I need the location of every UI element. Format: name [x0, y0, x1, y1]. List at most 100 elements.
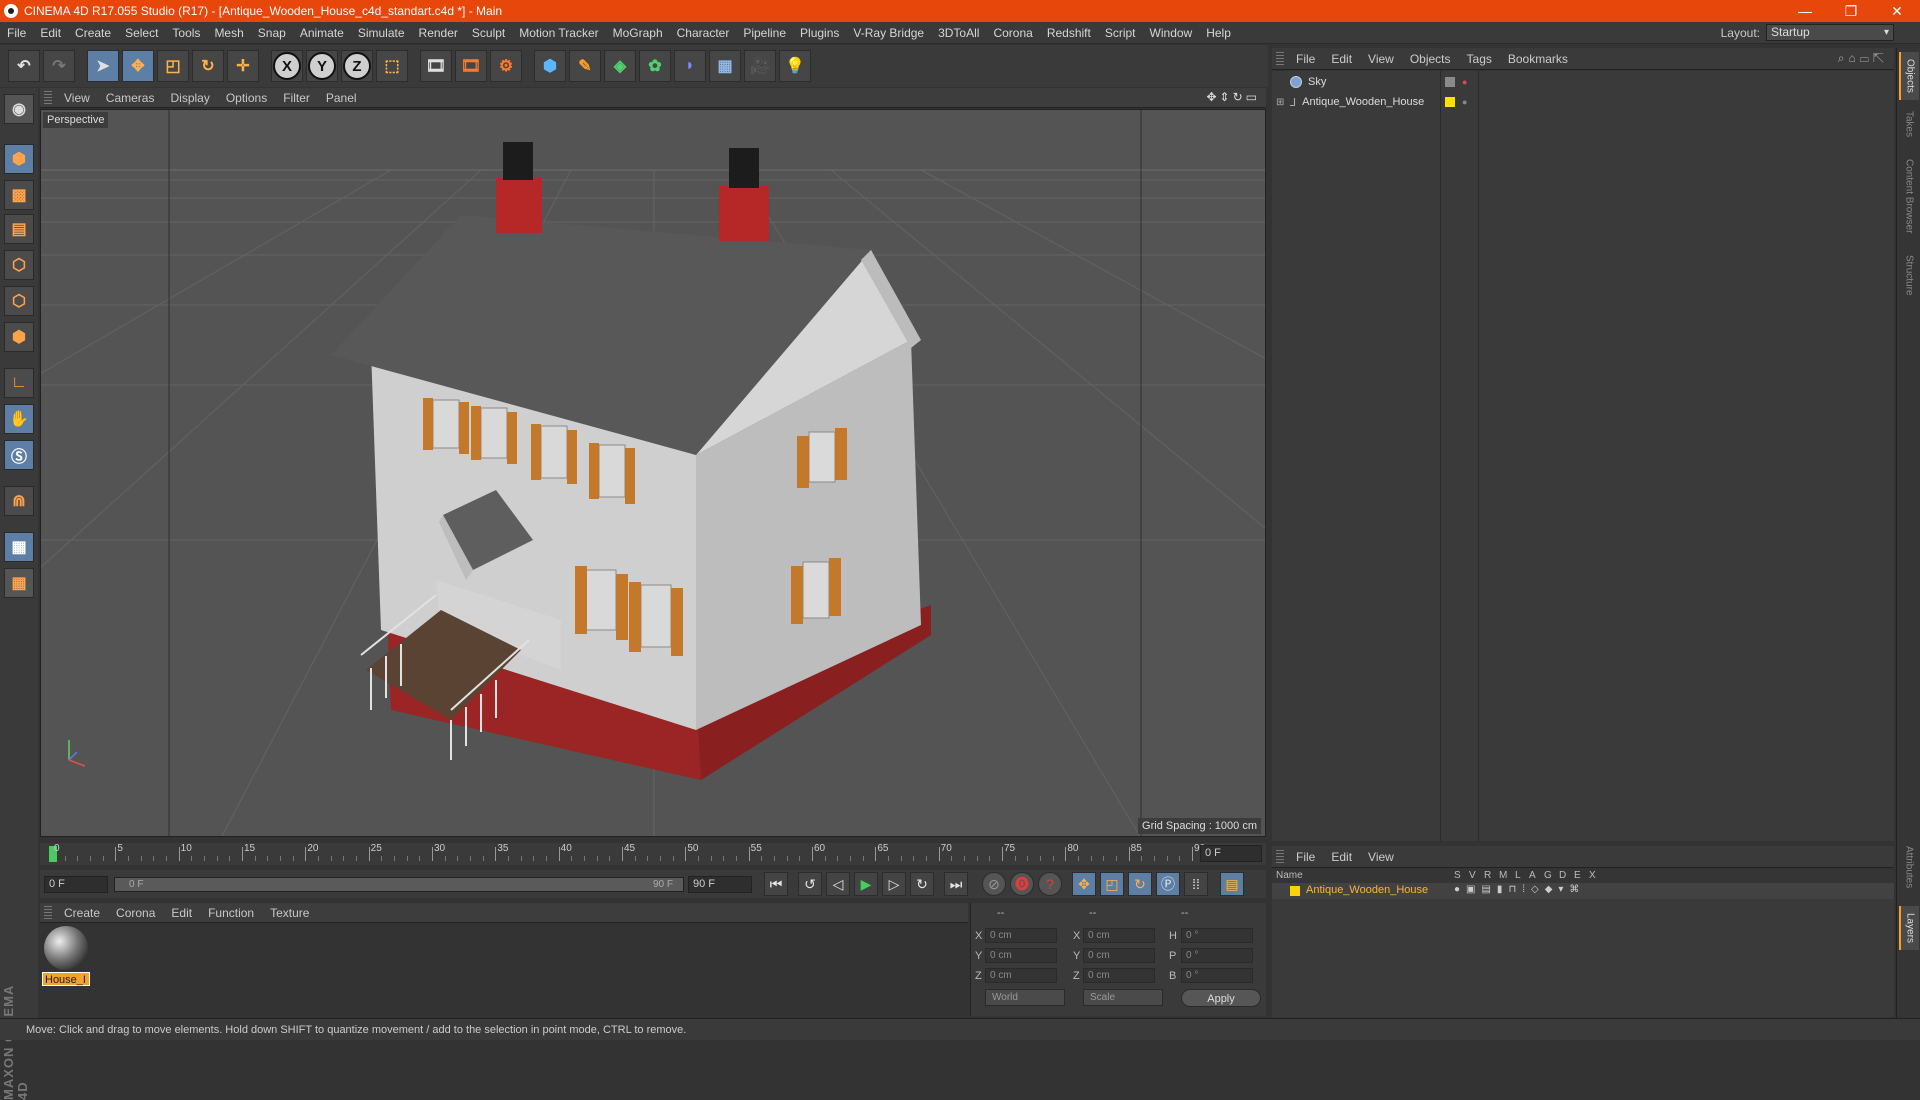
rotation-b-field[interactable]: 0 ° [1181, 968, 1253, 983]
material-name[interactable]: House_I [42, 972, 90, 986]
menu-mesh[interactable]: Mesh [207, 26, 250, 40]
go-to-start-icon[interactable]: ⏮ [764, 872, 788, 896]
viewport-navigation-icons[interactable]: ✥⇕↻▭ [1206, 90, 1260, 104]
menu-tools[interactable]: Tools [165, 26, 207, 40]
solo-icon[interactable]: Ⓢ [4, 440, 34, 470]
layer-color-swatch[interactable] [1445, 77, 1455, 87]
rotate-icon[interactable]: ↻ [192, 50, 224, 82]
viewport-menu-options[interactable]: Options [218, 91, 275, 105]
material-menu-create[interactable]: Create [56, 906, 108, 920]
viewport-menu-display[interactable]: Display [162, 91, 217, 105]
apply-button[interactable]: Apply [1181, 989, 1261, 1007]
layer-toggle-icons[interactable]: ●▣▤▮⊓⁞◇◆▾⌘ [1454, 884, 1585, 895]
snap-icon[interactable]: ⋒ [4, 486, 34, 516]
render-picture-viewer-icon[interactable]: 🎞 [455, 50, 487, 82]
previous-key-icon[interactable]: ↺ [798, 872, 822, 896]
pen-spline-icon[interactable]: ✎ [569, 50, 601, 82]
menu-plugins[interactable]: Plugins [793, 26, 846, 40]
key-point-level-icon[interactable]: ⁞⁞ [1184, 872, 1208, 896]
texture-mode-icon[interactable]: ▩ [4, 180, 34, 210]
viewport-menu-filter[interactable]: Filter [275, 91, 318, 105]
menu-character[interactable]: Character [670, 26, 737, 40]
material-menu-edit[interactable]: Edit [163, 906, 200, 920]
menu-select[interactable]: Select [118, 26, 165, 40]
go-to-end-icon[interactable]: ⏭ [944, 872, 968, 896]
material-menu-corona[interactable]: Corona [108, 906, 163, 920]
om-menu-file[interactable]: File [1288, 52, 1323, 66]
menu-redshift[interactable]: Redshift [1040, 26, 1098, 40]
tab-content-browser[interactable]: Content Browser [1899, 148, 1919, 244]
layer-color-swatch[interactable] [1290, 886, 1300, 896]
size-z-field[interactable]: 0 cm [1083, 968, 1155, 983]
om-menu-tags[interactable]: Tags [1459, 52, 1500, 66]
z-axis-icon[interactable]: Z [341, 50, 373, 82]
layout-select[interactable]: Startup [1766, 24, 1894, 41]
locked-workplane-icon[interactable]: ▦ [4, 568, 34, 598]
coordinate-space-select[interactable]: World [985, 989, 1065, 1006]
start-frame-field[interactable]: 0 F [44, 875, 108, 893]
viewport-menu-view[interactable]: View [56, 91, 98, 105]
menu-snap[interactable]: Snap [251, 26, 293, 40]
end-frame-field[interactable]: 90 F [688, 875, 752, 893]
autokey-icon[interactable]: ⓿ [1010, 872, 1034, 896]
menu-mograph[interactable]: MoGraph [606, 26, 670, 40]
live-selection-icon[interactable]: ➤ [87, 50, 119, 82]
menu-pipeline[interactable]: Pipeline [736, 26, 793, 40]
visibility-dots-icon[interactable]: ● [1462, 77, 1467, 87]
play-icon[interactable]: ▶ [854, 872, 878, 896]
key-scale-icon[interactable]: ◰ [1100, 872, 1124, 896]
keyframe-selection-icon[interactable]: ? [1038, 872, 1062, 896]
timeline-ruler[interactable]: 051015202530354045505560657075808590 0 F [40, 843, 1266, 865]
menu-window[interactable]: Window [1143, 26, 1200, 40]
enable-axis-icon[interactable]: ∟ [4, 368, 34, 398]
tab-structure[interactable]: Structure [1899, 248, 1919, 302]
material-menu-texture[interactable]: Texture [262, 906, 317, 920]
recent-tool-icon[interactable]: ✛ [227, 50, 259, 82]
camera-icon[interactable]: 🎥 [744, 50, 776, 82]
make-editable-icon[interactable]: ◉ [4, 94, 34, 124]
om-menu-bookmarks[interactable]: Bookmarks [1500, 52, 1576, 66]
menu-motion-tracker[interactable]: Motion Tracker [512, 26, 605, 40]
tab-takes[interactable]: Takes [1899, 104, 1919, 144]
key-parameter-icon[interactable]: Ⓟ [1156, 872, 1180, 896]
previous-frame-icon[interactable]: ◁ [826, 872, 850, 896]
menu-3dtoall[interactable]: 3DToAll [931, 26, 986, 40]
viewport-menu-panel[interactable]: Panel [318, 91, 365, 105]
lm-menu-file[interactable]: File [1288, 850, 1323, 864]
rotation-p-field[interactable]: 0 ° [1181, 948, 1253, 963]
lm-menu-edit[interactable]: Edit [1323, 850, 1360, 864]
record-active-icon[interactable]: ⊘ [982, 872, 1006, 896]
maximize-button[interactable]: ❐ [1828, 0, 1874, 22]
x-axis-icon[interactable]: X [271, 50, 303, 82]
size-y-field[interactable]: 0 cm [1083, 948, 1155, 963]
lm-menu-view[interactable]: View [1360, 850, 1402, 864]
position-y-field[interactable]: 0 cm [985, 948, 1057, 963]
object-row-sky[interactable]: Sky ● [1272, 73, 1894, 91]
points-mode-icon[interactable]: ⬡ [4, 250, 34, 280]
menu-create[interactable]: Create [68, 26, 118, 40]
position-z-field[interactable]: 0 cm [985, 968, 1057, 983]
viewport-menu-cameras[interactable]: Cameras [98, 91, 163, 105]
move-icon[interactable]: ✥ [122, 50, 154, 82]
subdivision-icon[interactable]: ◈ [604, 50, 636, 82]
close-button[interactable]: ✕ [1874, 0, 1920, 22]
expand-icon[interactable]: ⊞ [1276, 97, 1286, 108]
cube-icon[interactable]: ⬢ [534, 50, 566, 82]
menu-vray-bridge[interactable]: V-Ray Bridge [846, 26, 931, 40]
om-menu-view[interactable]: View [1360, 52, 1402, 66]
position-x-field[interactable]: 0 cm [985, 928, 1057, 943]
rotation-h-field[interactable]: 0 ° [1181, 928, 1253, 943]
deformer-icon[interactable]: ◗ [674, 50, 706, 82]
menu-help[interactable]: Help [1199, 26, 1238, 40]
coordinate-system-icon[interactable]: ⬚ [376, 50, 408, 82]
preview-range-slider[interactable]: 0 F 90 F [114, 876, 684, 892]
model-mode-icon[interactable]: ⬢ [4, 144, 34, 174]
visibility-dots-icon[interactable]: ● [1462, 97, 1467, 107]
workplane-mode-icon[interactable]: ▤ [4, 214, 34, 244]
scale-icon[interactable]: ◰ [157, 50, 189, 82]
object-row-antique-wooden-house[interactable]: ⊞ ⅃ Antique_Wooden_House ● [1272, 93, 1894, 111]
minimize-button[interactable]: — [1782, 0, 1828, 22]
key-position-icon[interactable]: ✥ [1072, 872, 1096, 896]
panel-grip-icon[interactable] [1276, 849, 1284, 864]
next-frame-icon[interactable]: ▷ [882, 872, 906, 896]
